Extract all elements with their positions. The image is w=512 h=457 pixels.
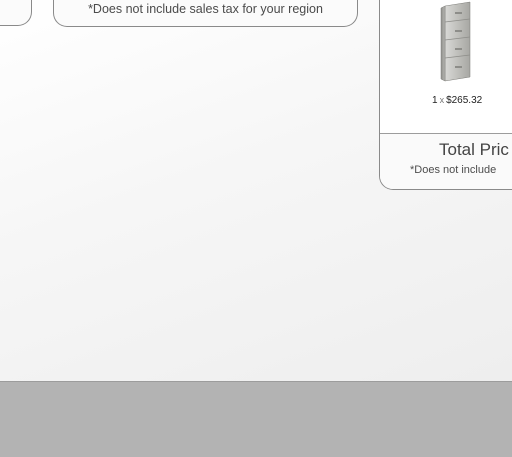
item-quantity: 1: [432, 95, 438, 106]
tax-note: *Does not include: [410, 164, 497, 176]
bottom-band: [0, 381, 512, 457]
multiply-sign: x: [439, 95, 445, 105]
total-price-label: Total Pric: [439, 140, 509, 159]
quantity-price-line: 1 x $265.32: [432, 95, 482, 106]
left-card-edge: n: [0, 0, 32, 26]
price-footer-left: *Does not include sales tax for your reg…: [53, 0, 358, 27]
sales-tax-notice: *Does not include sales tax for your reg…: [88, 2, 323, 16]
product-card: 1 x $265.32 Total Pric *Does not include: [379, 0, 512, 190]
checkout-page: n *Does not include sales tax for your r…: [0, 0, 512, 381]
filing-cabinet-icon: [440, 1, 471, 82]
unit-price: $265.32: [446, 95, 483, 106]
price-summary: Total Pric *Does not include: [380, 134, 512, 189]
